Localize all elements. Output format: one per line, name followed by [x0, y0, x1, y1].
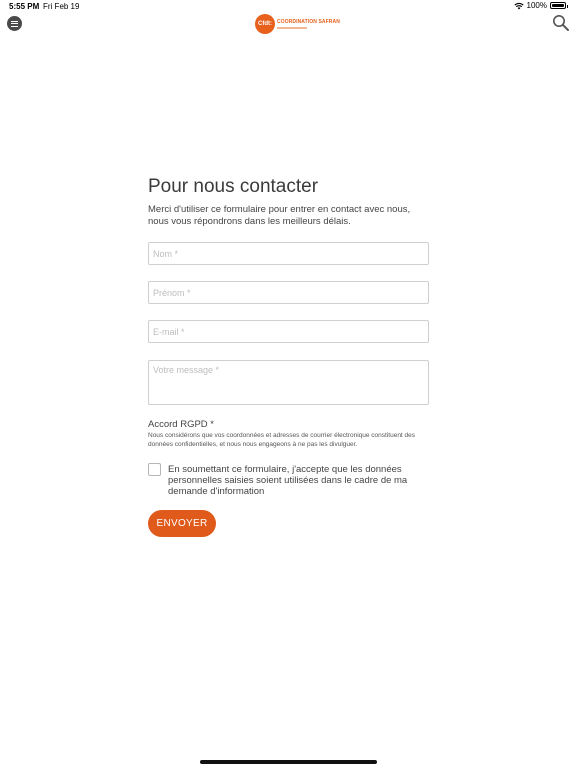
intro-line-2: nous vous répondrons dans les meilleurs …	[148, 216, 351, 227]
consent-checkbox[interactable]	[148, 463, 161, 476]
battery-percent: 100%	[526, 1, 547, 10]
consent-label[interactable]: En soumettant ce formulaire, j'accepte q…	[168, 464, 428, 497]
hamburger-line	[11, 25, 18, 27]
logo-underline	[277, 27, 307, 29]
status-bar: 5:55 PM Fri Feb 19 100%	[0, 0, 576, 14]
search-button[interactable]	[552, 14, 570, 32]
prenom-field[interactable]	[148, 281, 429, 304]
email-field[interactable]	[148, 320, 429, 343]
wifi-icon	[513, 2, 524, 9]
message-field[interactable]	[148, 360, 429, 405]
logo-title: COORDINATION SAFRAN	[277, 19, 340, 25]
app-logo[interactable]: Cfdt: COORDINATION SAFRAN	[255, 14, 340, 34]
logo-badge: Cfdt:	[255, 14, 275, 34]
hamburger-line	[11, 23, 18, 24]
status-indicators: 100%	[513, 1, 568, 10]
page-title: Pour nous contacter	[148, 176, 319, 197]
submit-button[interactable]: ENVOYER	[148, 510, 216, 537]
consent-note: Nous considérons que vos coordonnées et …	[148, 432, 416, 448]
intro-line-1: Merci d'utiliser ce formulaire pour entr…	[148, 204, 411, 215]
consent-heading: Accord RGPD *	[148, 419, 214, 430]
nom-field[interactable]	[148, 242, 429, 265]
home-indicator	[200, 760, 377, 764]
menu-button[interactable]	[7, 16, 22, 31]
battery-fill	[552, 4, 564, 7]
status-date: Fri Feb 19	[43, 2, 80, 11]
logo-text: COORDINATION SAFRAN	[277, 19, 340, 29]
search-icon	[553, 15, 569, 31]
battery-icon	[550, 2, 568, 9]
intro-text: Merci d'utiliser ce formulaire pour entr…	[148, 204, 438, 228]
status-time: 5:55 PM	[9, 2, 40, 11]
hamburger-menu-icon	[11, 20, 18, 22]
